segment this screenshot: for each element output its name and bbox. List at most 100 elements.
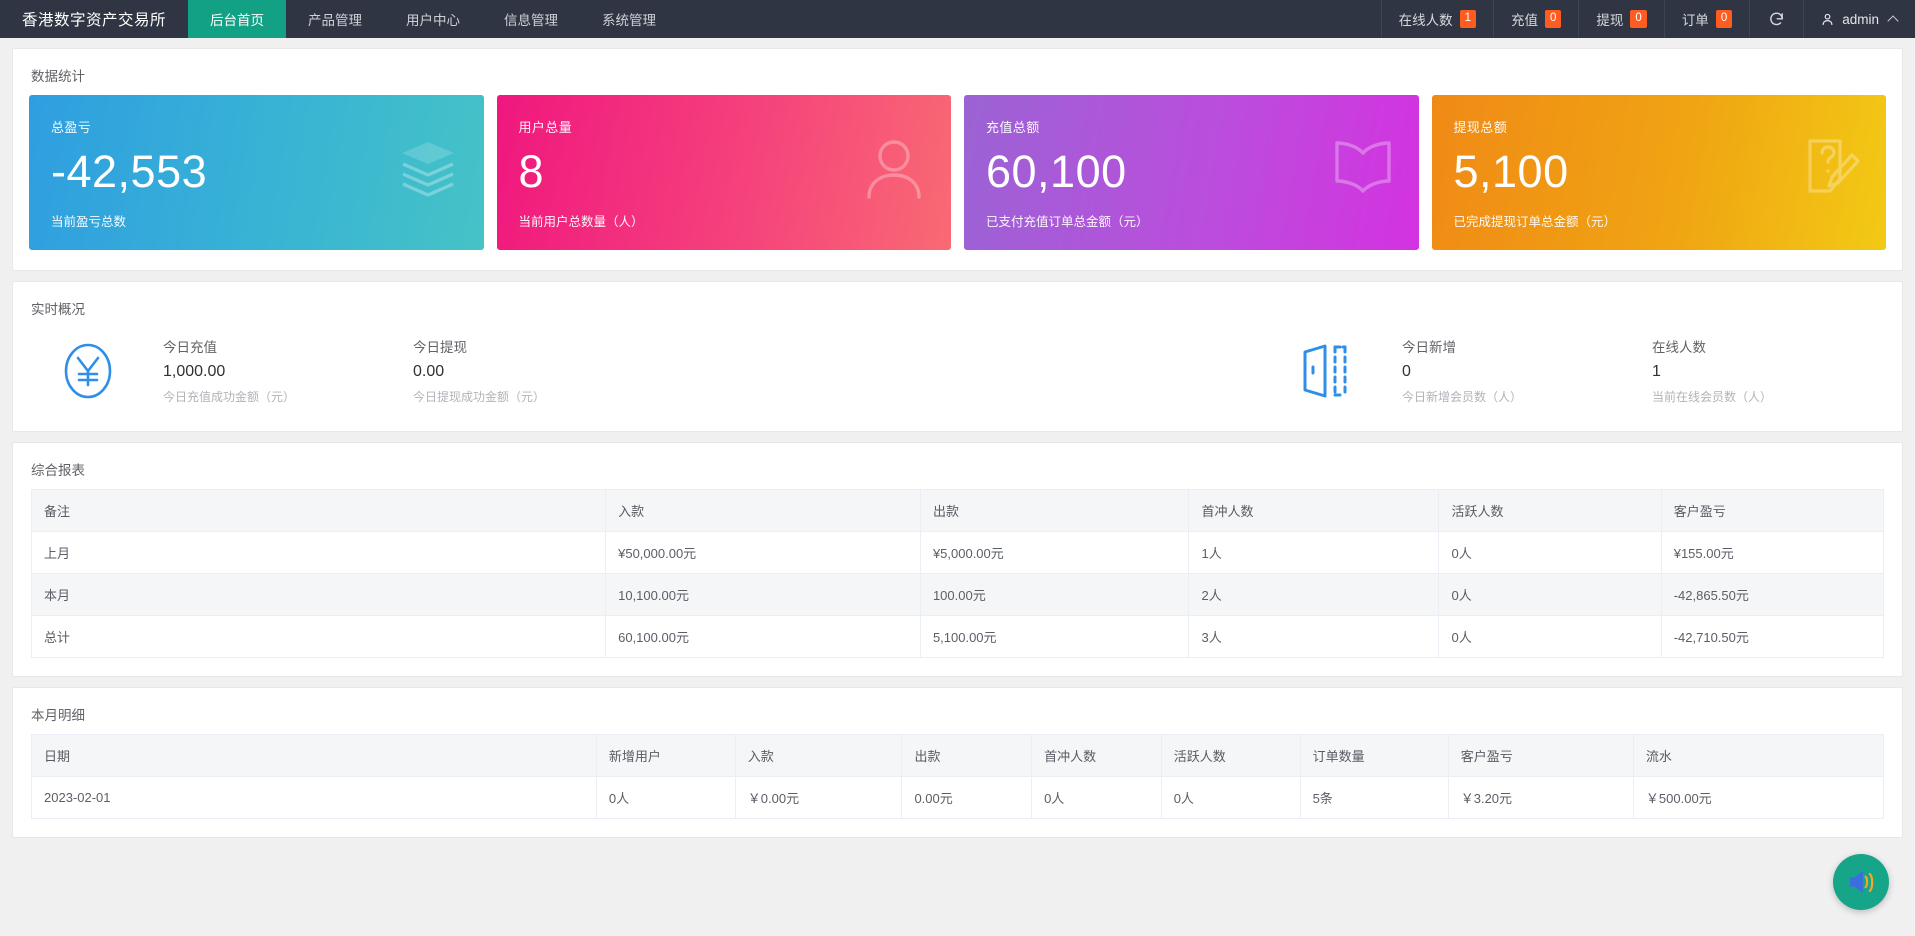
cell-first-deposit-count: 0人	[1031, 776, 1162, 819]
cell-remark: 总计	[31, 615, 607, 658]
realtime-stat-today-new-users: 今日新增 0 今日新增会员数（人）	[1402, 336, 1652, 405]
nav-item-product-management[interactable]: 产品管理	[286, 0, 384, 38]
realtime-stat-online-users: 在线人数 1 当前在线会员数（人）	[1652, 336, 1902, 405]
stat-card-total-users[interactable]: 用户总量 8 当前用户总数量（人）	[496, 95, 951, 250]
cell-remark: 上月	[31, 531, 607, 574]
counter-recharge-badge: 0	[1545, 9, 1562, 29]
col-first-deposit-count: 首冲人数	[1031, 734, 1162, 777]
realtime-online-sub: 当前在线会员数（人）	[1652, 390, 1773, 404]
stat-card-total-pnl-value: -42,553	[51, 146, 208, 197]
realtime-today-withdraw-sub: 今日提现成功金额（元）	[413, 390, 546, 404]
stat-card-total-users-title: 用户总量	[518, 120, 573, 135]
cell-customer-pnl: ￥3.20元	[1448, 776, 1634, 819]
table-row: 总计 60,100.00元 5,100.00元 3人 0人 -42,710.50…	[31, 615, 1884, 658]
stat-card-total-recharge-desc: 已支付充值订单总金额（元）	[986, 215, 1149, 230]
stat-card-total-users-value: 8	[518, 146, 545, 197]
month-detail-body: 2023-02-01 0人 ￥0.00元 0.00元 0人 0人 5条 ￥3.2…	[31, 776, 1884, 819]
nav-item-user-center[interactable]: 用户中心	[384, 0, 482, 38]
cell-customer-pnl: ¥155.00元	[1661, 531, 1884, 574]
cell-active-count: 0人	[1438, 573, 1662, 616]
col-first-deposit-count: 首冲人数	[1188, 489, 1440, 532]
col-turnover: 流水	[1633, 734, 1884, 777]
stat-card-total-withdraw[interactable]: 提现总额 5,100 已完成提现订单总金额（元）	[1431, 95, 1886, 250]
cell-first-deposit-count: 1人	[1188, 531, 1440, 574]
comprehensive-report-head: 备注 入款 出款 首冲人数 活跃人数 客户盈亏	[31, 489, 1884, 532]
month-detail-title: 本月明细	[31, 708, 85, 723]
stat-card-total-pnl[interactable]: 总盈亏 -42,553 当前盈亏总数	[29, 95, 484, 250]
col-date: 日期	[31, 734, 597, 777]
month-detail-table-wrap: 日期 新增用户 入款 出款 首冲人数 活跃人数 订单数量 客户盈亏 流水 202…	[13, 734, 1902, 837]
table-header-row: 日期 新增用户 入款 出款 首冲人数 活跃人数 订单数量 客户盈亏 流水	[31, 734, 1884, 777]
page-body: 数据统计 总盈亏 -42,553 当前盈亏总数 用户总量 8 当前用户总数量（人…	[0, 38, 1915, 936]
month-detail-panel: 本月明细 日期 新增用户 入款 出款 首冲人数 活跃人数 订单数量 客户盈亏 流…	[12, 687, 1903, 838]
realtime-stat-today-recharge: 今日充值 1,000.00 今日充值成功金额（元）	[163, 336, 413, 405]
header-spacer	[678, 0, 1381, 38]
counter-withdraw[interactable]: 提现 0	[1578, 0, 1663, 38]
comprehensive-report-body: 上月 ¥50,000.00元 ¥5,000.00元 1人 0人 ¥155.00元…	[31, 531, 1884, 658]
chevron-up-icon	[1887, 14, 1899, 27]
cell-customer-pnl: -42,710.50元	[1673, 630, 1749, 645]
refresh-button[interactable]	[1749, 0, 1803, 38]
col-active-count: 活跃人数	[1161, 734, 1301, 777]
stat-card-total-recharge-title: 充值总额	[986, 120, 1040, 135]
comprehensive-report-table: 备注 入款 出款 首冲人数 活跃人数 客户盈亏 上月 ¥50,000.00元 ¥…	[31, 489, 1884, 658]
table-row: 2023-02-01 0人 ￥0.00元 0.00元 0人 0人 5条 ￥3.2…	[31, 776, 1884, 819]
user-avatar-icon	[1822, 13, 1833, 25]
nav-item-system-management[interactable]: 系统管理	[580, 0, 678, 38]
stat-card-total-pnl-desc: 当前盈亏总数	[51, 215, 127, 230]
door-icon	[1252, 342, 1402, 400]
col-deposit: 入款	[605, 489, 921, 532]
cell-active-count: 0人	[1438, 531, 1662, 574]
yen-circle-icon	[13, 340, 163, 402]
realtime-stat-today-withdraw: 今日提现 0.00 今日提现成功金额（元）	[413, 336, 663, 405]
cell-first-deposit-count: 2人	[1188, 573, 1440, 616]
counter-orders-badge: 0	[1715, 9, 1733, 29]
stat-card-list: 总盈亏 -42,553 当前盈亏总数 用户总量 8 当前用户总数量（人） 充值总…	[13, 95, 1902, 270]
realtime-today-recharge-value: 1,000.00	[163, 363, 226, 380]
brand-title: 香港数字资产交易所	[22, 12, 167, 29]
nav-item-dashboard[interactable]: 后台首页	[188, 0, 287, 38]
statistics-panel-title: 数据统计	[31, 69, 85, 84]
col-remark: 备注	[31, 489, 607, 532]
col-withdraw: 出款	[901, 734, 1033, 777]
cell-withdraw: 0.00元	[901, 776, 1033, 819]
audio-toggle-button[interactable]	[1833, 854, 1889, 910]
realtime-panel-title: 实时概况	[31, 302, 85, 317]
top-header-bar: 香港数字资产交易所 后台首页 产品管理 用户中心 信息管理 系统管理 在线人数 …	[0, 0, 1915, 38]
table-row: 本月 10,100.00元 100.00元 2人 0人 -42,865.50元	[31, 573, 1884, 616]
counter-recharge[interactable]: 充值 0	[1493, 0, 1578, 38]
refresh-icon	[1770, 12, 1784, 25]
realtime-today-new-label: 今日新增	[1402, 340, 1456, 355]
counter-online-users[interactable]: 在线人数 1	[1380, 0, 1493, 38]
comprehensive-report-panel: 综合报表 备注 入款 出款 首冲人数 活跃人数 客户盈亏 上月 ¥50,000.…	[12, 442, 1903, 677]
counter-online-users-label: 在线人数	[1398, 13, 1453, 28]
nav-item-info-management[interactable]: 信息管理	[482, 0, 580, 38]
cell-withdraw: 5,100.00元	[920, 615, 1190, 658]
realtime-online-label: 在线人数	[1652, 340, 1706, 355]
col-active-count: 活跃人数	[1438, 489, 1662, 532]
user-menu[interactable]: admin	[1803, 0, 1915, 38]
statistics-panel: 数据统计 总盈亏 -42,553 当前盈亏总数 用户总量 8 当前用户总数量（人…	[12, 48, 1903, 271]
col-deposit: 入款	[735, 734, 903, 777]
stat-card-total-withdraw-value: 5,100	[1453, 146, 1569, 197]
header-right-zone: 在线人数 1 充值 0 提现 0 订单 0 admin	[1380, 0, 1915, 38]
cell-deposit: ¥50,000.00元	[605, 531, 921, 574]
user-name-label: admin	[1842, 11, 1879, 27]
cell-turnover: ￥500.00元	[1645, 791, 1712, 806]
counter-orders[interactable]: 订单 0	[1663, 0, 1749, 38]
cell-active-count: 0人	[1161, 776, 1301, 819]
counter-online-users-badge: 1	[1459, 9, 1476, 29]
cell-customer-pnl: -42,865.50元	[1661, 573, 1884, 616]
realtime-today-new-sub: 今日新增会员数（人）	[1402, 390, 1523, 404]
counter-withdraw-label: 提现	[1596, 13, 1624, 28]
stat-card-total-withdraw-title: 提现总额	[1453, 120, 1508, 135]
comprehensive-report-table-wrap: 备注 入款 出款 首冲人数 活跃人数 客户盈亏 上月 ¥50,000.00元 ¥…	[13, 489, 1902, 676]
stat-card-total-users-desc: 当前用户总数量（人）	[518, 215, 644, 230]
cell-withdraw: 100.00元	[920, 573, 1190, 616]
cell-remark: 本月	[31, 573, 607, 616]
stat-card-total-recharge[interactable]: 充值总额 60,100 已支付充值订单总金额（元）	[964, 95, 1419, 250]
stat-card-total-pnl-title: 总盈亏	[51, 120, 92, 135]
col-customer-pnl: 客户盈亏	[1661, 489, 1884, 532]
cell-deposit: ￥0.00元	[735, 776, 903, 819]
table-row: 上月 ¥50,000.00元 ¥5,000.00元 1人 0人 ¥155.00元	[31, 531, 1884, 574]
